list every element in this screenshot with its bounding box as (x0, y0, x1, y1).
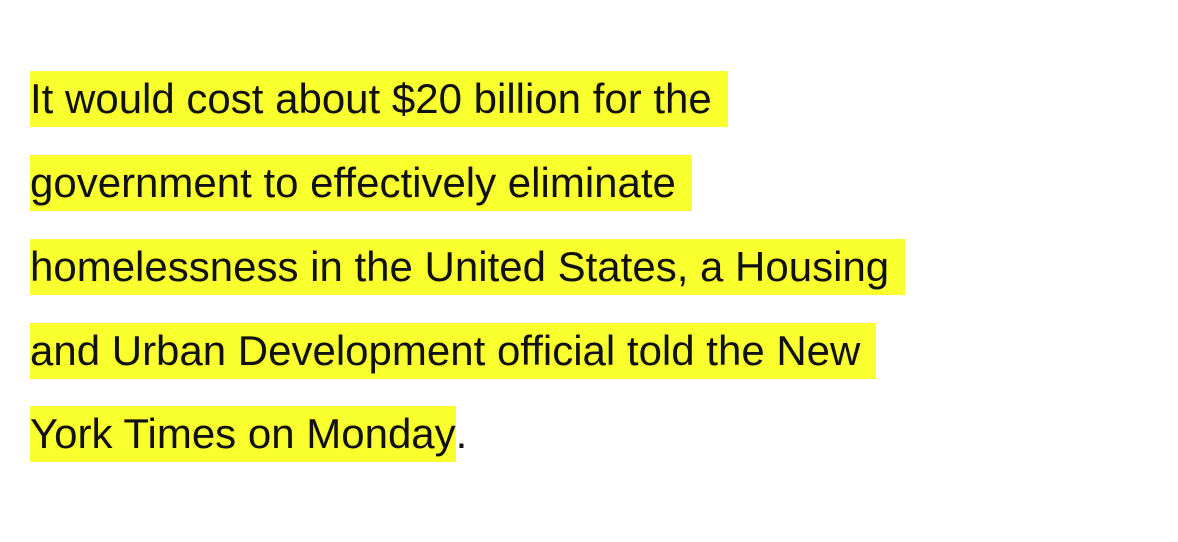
text-line-4: and Urban Development official told the … (30, 323, 877, 379)
highlight-span: and Urban Development official told the … (30, 323, 877, 379)
text-line-5: York Times on Monday. (30, 406, 467, 462)
trailing-period: . (455, 410, 468, 457)
text-line-1: It would cost about $20 billion for the (30, 71, 728, 127)
highlight-span: government to effectively eliminate (30, 155, 692, 211)
text-line-3: homelessness in the United States, a Hou… (30, 239, 906, 295)
highlight-span: It would cost about $20 billion for the (30, 71, 728, 127)
article-excerpt: It would cost about $20 billion for the … (0, 0, 1178, 542)
highlight-span: York Times on Monday (30, 406, 456, 462)
highlight-span: homelessness in the United States, a Hou… (30, 239, 906, 295)
text-line-2: government to effectively eliminate (30, 155, 692, 211)
